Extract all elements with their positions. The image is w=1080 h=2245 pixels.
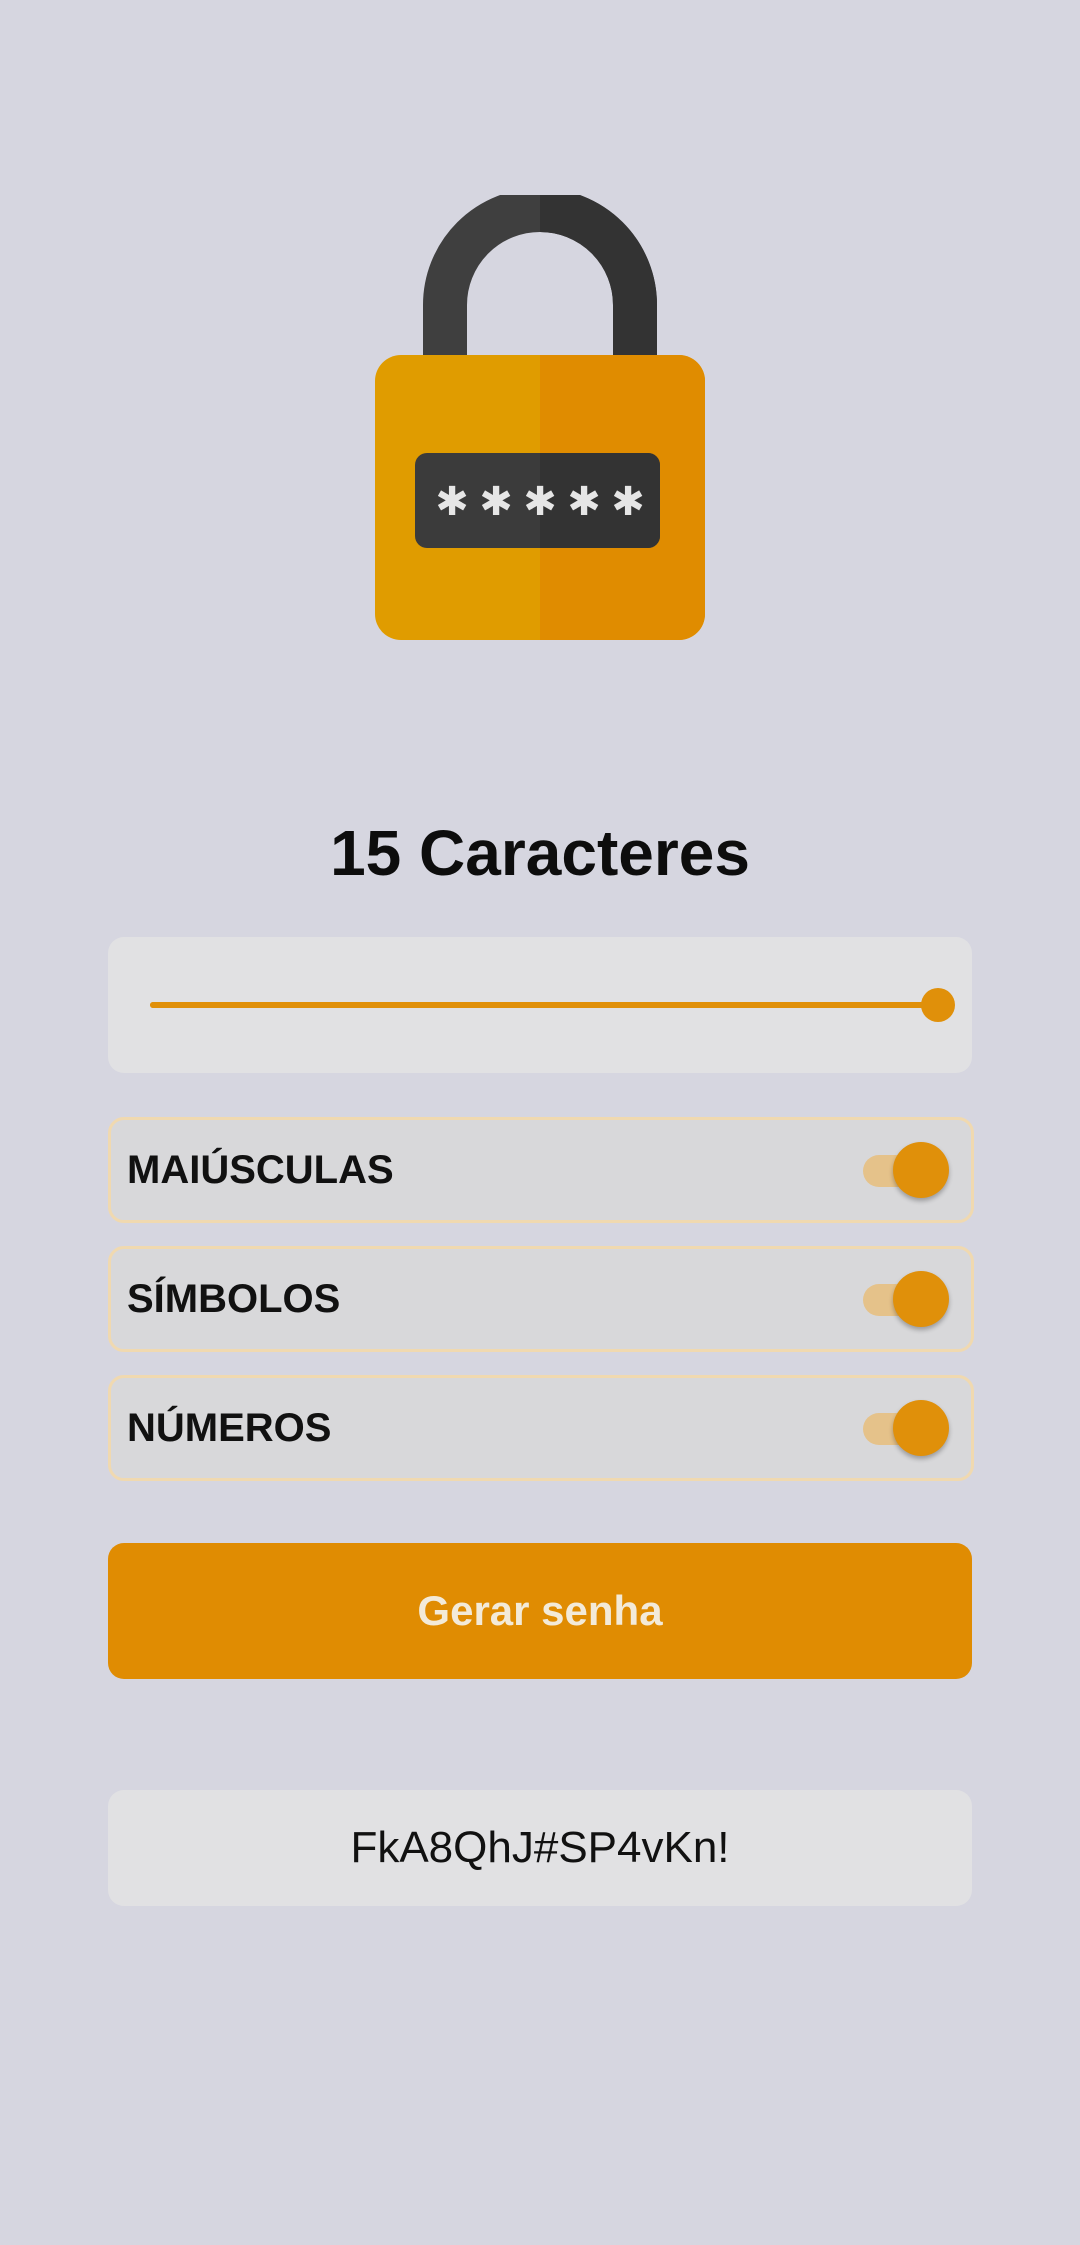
generate-password-button[interactable]: Gerar senha bbox=[108, 1543, 972, 1679]
toggle-knob bbox=[893, 1400, 949, 1456]
option-uppercase-label: MAIÚSCULAS bbox=[127, 1148, 394, 1192]
toggle-knob bbox=[893, 1142, 949, 1198]
numbers-toggle[interactable] bbox=[859, 1400, 949, 1456]
length-slider[interactable] bbox=[150, 1002, 938, 1008]
svg-text:✱: ✱ bbox=[435, 479, 469, 525]
svg-text:✱: ✱ bbox=[611, 479, 645, 525]
padlock-icon: ✱ ✱ ✱ ✱ ✱ bbox=[370, 195, 710, 645]
length-slider-card bbox=[108, 937, 972, 1073]
option-numbers-label: NÚMEROS bbox=[127, 1406, 332, 1450]
option-symbols-label: SÍMBOLOS bbox=[127, 1277, 341, 1321]
option-uppercase: MAIÚSCULAS bbox=[108, 1117, 974, 1223]
toggle-knob bbox=[893, 1271, 949, 1327]
length-title: 15 Caracteres bbox=[330, 817, 750, 889]
svg-text:✱: ✱ bbox=[567, 479, 601, 525]
generated-password[interactable]: FkA8QhJ#SP4vKn! bbox=[108, 1790, 972, 1906]
slider-thumb[interactable] bbox=[921, 988, 955, 1022]
uppercase-toggle[interactable] bbox=[859, 1142, 949, 1198]
option-numbers: NÚMEROS bbox=[108, 1375, 974, 1481]
option-symbols: SÍMBOLOS bbox=[108, 1246, 974, 1352]
svg-text:✱: ✱ bbox=[523, 479, 557, 525]
symbols-toggle[interactable] bbox=[859, 1271, 949, 1327]
slider-fill bbox=[150, 1002, 938, 1008]
svg-text:✱: ✱ bbox=[479, 479, 513, 525]
